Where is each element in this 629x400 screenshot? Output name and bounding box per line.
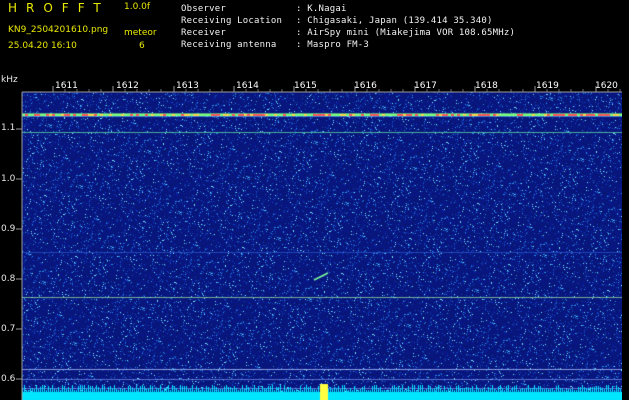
axes-overlay [16, 86, 622, 400]
x-tick-label-5: 1615 [294, 81, 317, 91]
x-tick-label-4: 1614 [236, 81, 259, 91]
x-tick-label-7: 1617 [414, 81, 437, 91]
y-axis-unit: kHz [1, 75, 18, 85]
x-tick-label-10: 1620 [595, 81, 618, 91]
x-tick-label-8: 1618 [475, 81, 498, 91]
hrofft-window: HROFFT 1.0.0f KN9_2504201610.png 25.04.2… [0, 0, 629, 400]
x-tick-label-2: 1612 [116, 81, 139, 91]
y-tick-label-6: 0.6 [1, 374, 16, 384]
x-tick-label-3: 1613 [176, 81, 199, 91]
y-tick-label-5: 0.7 [1, 324, 16, 334]
y-tick-label-2: 1.0 [1, 174, 16, 184]
y-tick-marks [16, 128, 22, 380]
x-tick-label-6: 1616 [354, 81, 377, 91]
y-tick-label-3: 0.9 [1, 224, 16, 234]
y-tick-label-4: 0.8 [1, 274, 16, 284]
y-tick-label-1: 1.1 [1, 123, 16, 133]
x-tick-label-9: 1619 [536, 81, 559, 91]
x-tick-label-1: 1611 [55, 81, 78, 91]
